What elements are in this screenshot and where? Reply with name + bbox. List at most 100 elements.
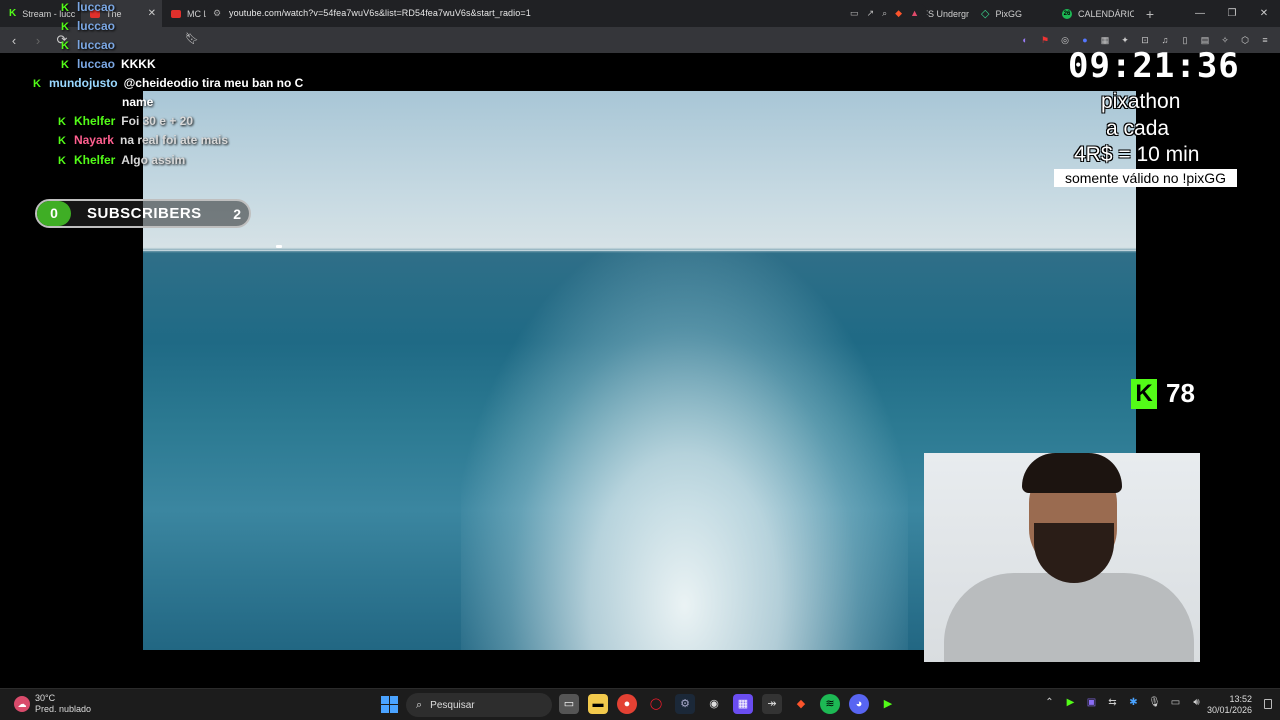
chat-text: name [122,95,154,109]
taskbar-search[interactable]: ⌕ Pesquisar [406,693,552,717]
discord-icon[interactable]: ◕ [849,694,869,714]
restore-icon[interactable]: ❐ [1216,0,1248,27]
tray-expand-icon[interactable]: ⌃ [1043,697,1056,708]
brave-icon[interactable]: ◆ [791,694,811,714]
close-tab-icon[interactable]: ✕ [148,8,156,19]
zoom-icon[interactable]: ⌕ [882,8,887,19]
wallet-icon[interactable]: ▤ [1198,33,1212,47]
search-icon: ⌕ [416,698,423,711]
tray-kick-icon[interactable]: ▶ [1064,697,1077,708]
chat-text: @cheideodio tira meu ban no C [123,76,304,90]
share-icon[interactable]: ↗ [867,8,875,19]
chat-message: K Khelfer Algo assim [58,153,185,167]
chrome-icon[interactable]: ● [617,694,637,714]
streamer-shirt [944,573,1194,662]
youtube-icon [171,9,181,18]
chat-username: Khelfer [73,114,116,128]
extensions-bar: ◐ ⚑ ◎ ● ▦ ✦ ⊡ ♫ ▯ ▤ ✧ ⬡ ≡ [1018,33,1272,47]
app-grid-icon[interactable]: ▦ [733,694,753,714]
leo-icon[interactable]: ✧ [1218,33,1232,47]
weather-icon: ☁ [14,696,30,712]
subscribers-target: 2 [233,205,241,222]
chat-username: Khelfer [73,153,116,167]
browser-tab[interactable]: 26 CALENDÁRIO [1053,0,1134,27]
kick-app-icon[interactable]: ▶ [878,694,898,714]
tray-arrows-icon[interactable]: ⇆ [1106,697,1119,708]
forward-icon[interactable]: › [28,33,48,48]
streamer-hair [1022,453,1122,493]
task-view-icon[interactable]: ▭ [559,694,579,714]
kick-logo-icon: K [1131,378,1157,409]
pinned-apps: ▭ ▬ ● ◯ ⚙ ◉ ▦ ↠ ◆ ≋ ◕ ▶ [559,694,898,714]
extension-icon-5[interactable]: ▦ [1098,33,1112,47]
brave-shield-icon[interactable]: ◆ [895,8,902,19]
chat-text: Foi 30 e + 20 [121,114,194,128]
pixathon-line2: a cada [1106,117,1170,140]
screenshot-icon[interactable]: ⊡ [1138,33,1152,47]
windows-taskbar: ☁ 30°C Pred. nublado ⌕ Pesquisar ▭ ▬ ● ◯… [0,688,1280,720]
address-bar[interactable]: ⚙ youtube.com/watch?v=54fea7wuV6s&list=R… [205,3,927,23]
kick-badge-icon: K [61,2,69,14]
url-text[interactable]: youtube.com/watch?v=54fea7wuV6s&list=RD5… [229,8,531,18]
opera-icon[interactable]: ◯ [646,694,666,714]
chat-username: mundojusto [48,76,118,90]
close-window-icon[interactable]: ✕ [1248,0,1280,27]
chat-username: luccao [76,38,115,52]
weather-desc: Pred. nublado [35,704,92,714]
system-tray: ⌃ ▶ ▣ ⇆ ✱ 🎙︎ ▭ 🔊︎ [1043,697,1203,708]
chat-message: Kluccao [61,0,121,14]
site-info-icon[interactable]: ⚙ [213,8,229,19]
media-icon[interactable]: ♫ [1158,33,1172,47]
kick-badge-icon: K [61,40,69,52]
system-clock[interactable]: 13:52 30/01/2026 [1207,694,1252,716]
arrow-app-icon[interactable]: ↠ [762,694,782,714]
chat-message: K Nayark na real foi ate mais [58,133,228,147]
vpn-icon[interactable]: ⬡ [1238,33,1252,47]
kick-badge-icon: K [33,78,41,90]
new-tab-button[interactable]: + [1138,6,1162,22]
kick-badge-icon: K [58,155,66,167]
obs-icon[interactable]: ◉ [704,694,724,714]
extension-icon-4[interactable]: ● [1078,33,1092,47]
pixathon-rate: 4R$ = 10 min [1074,143,1200,166]
clock-time: 13:52 [1229,694,1252,704]
bluetooth-icon[interactable]: ✱ [1127,697,1140,708]
kick-icon: K [9,7,17,19]
file-explorer-icon[interactable]: ▬ [588,694,608,714]
bookmark-icon[interactable]: 🔖︎ [185,32,199,45]
chat-username: luccao [76,19,115,33]
menu-icon[interactable]: ≡ [1258,33,1272,47]
spotify-icon[interactable]: ≋ [820,694,840,714]
kick-badge-icon: K [58,116,66,128]
brave-rewards-icon[interactable]: ▲ [910,8,919,18]
subscribers-label: SUBSCRIBERS [87,205,202,222]
minimize-icon[interactable]: — [1184,0,1216,27]
network-icon[interactable]: ▭ [1169,697,1182,708]
back-icon[interactable]: ‹ [4,33,24,48]
cast-icon[interactable]: ▭ [850,8,859,19]
browser-tab[interactable]: ◇ PixGG [972,0,1053,27]
weather-widget[interactable]: ☁ 30°C Pred. nublado [14,693,91,715]
steam-icon[interactable]: ⚙ [675,694,695,714]
extension-icon-1[interactable]: ◐ [1018,33,1032,47]
chat-message: Kluccao [61,19,121,33]
webcam-overlay [924,453,1200,662]
extension-icon-2[interactable]: ⚑ [1038,33,1052,47]
tab-title: CALENDÁRIO [1078,8,1134,19]
volume-icon[interactable]: 🔊︎ [1190,697,1203,708]
kick-badge-icon: K [61,21,69,33]
tray-app-icon[interactable]: ▣ [1085,697,1098,708]
microphone-icon[interactable]: 🎙︎ [1148,697,1161,708]
start-button[interactable] [381,696,398,713]
chat-text: Algo assim [121,153,186,167]
extension-icon-3[interactable]: ◎ [1058,33,1072,47]
sidebar-icon[interactable]: ▯ [1178,33,1192,47]
chat-username: luccao [76,57,115,71]
search-placeholder: Pesquisar [430,699,475,711]
boat-wake [460,247,908,650]
window-controls: — ❐ ✕ [1184,0,1280,27]
extensions-puzzle-icon[interactable]: ✦ [1118,33,1132,47]
chat-message: Kmundojusto @cheideodio tira meu ban no C [33,76,303,90]
notification-icon[interactable] [1264,699,1272,709]
chat-message: Kluccao [61,38,121,52]
